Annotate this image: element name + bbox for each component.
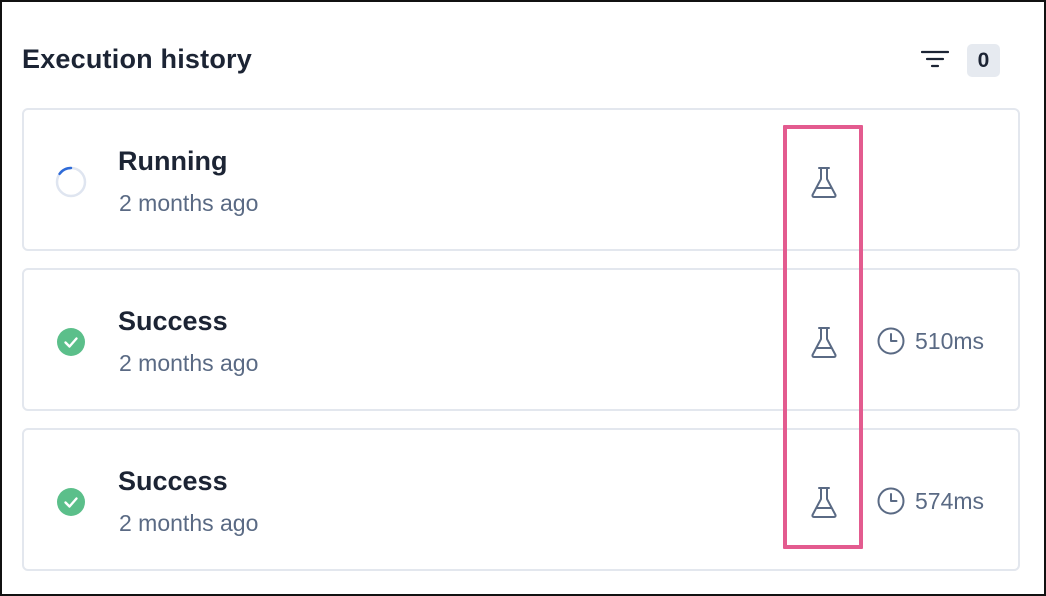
execution-row[interactable]: Running 2 months ago: [22, 108, 1020, 251]
timestamp: 2 months ago: [119, 350, 259, 376]
execution-history-panel: Execution history 0 Running 2 months ago: [0, 0, 1046, 596]
timestamp: 2 months ago: [119, 510, 259, 536]
flask-icon[interactable]: [810, 486, 838, 520]
status-label: Running: [118, 146, 228, 176]
duration-value: 510ms: [915, 327, 985, 354]
filter-count-badge[interactable]: 0: [967, 44, 1000, 77]
filter-icon[interactable]: [920, 47, 950, 73]
execution-row[interactable]: Success 2 months ago 574ms: [22, 428, 1020, 571]
duration: 574ms: [876, 485, 984, 517]
check-circle-icon: [55, 486, 87, 518]
panel-title: Execution history: [22, 44, 252, 74]
duration: 510ms: [876, 325, 984, 357]
check-circle-icon: [55, 326, 87, 358]
panel-header: Execution history 0: [22, 42, 1002, 82]
spinner-icon: [55, 166, 87, 198]
timestamp: 2 months ago: [119, 190, 259, 216]
status-label: Success: [118, 466, 228, 496]
execution-row[interactable]: Success 2 months ago 510ms: [22, 268, 1020, 411]
clock-icon: [877, 327, 905, 355]
flask-icon[interactable]: [810, 166, 838, 200]
clock-icon: [877, 487, 905, 515]
duration-value: 574ms: [915, 487, 985, 514]
flask-icon[interactable]: [810, 326, 838, 360]
status-label: Success: [118, 306, 228, 336]
